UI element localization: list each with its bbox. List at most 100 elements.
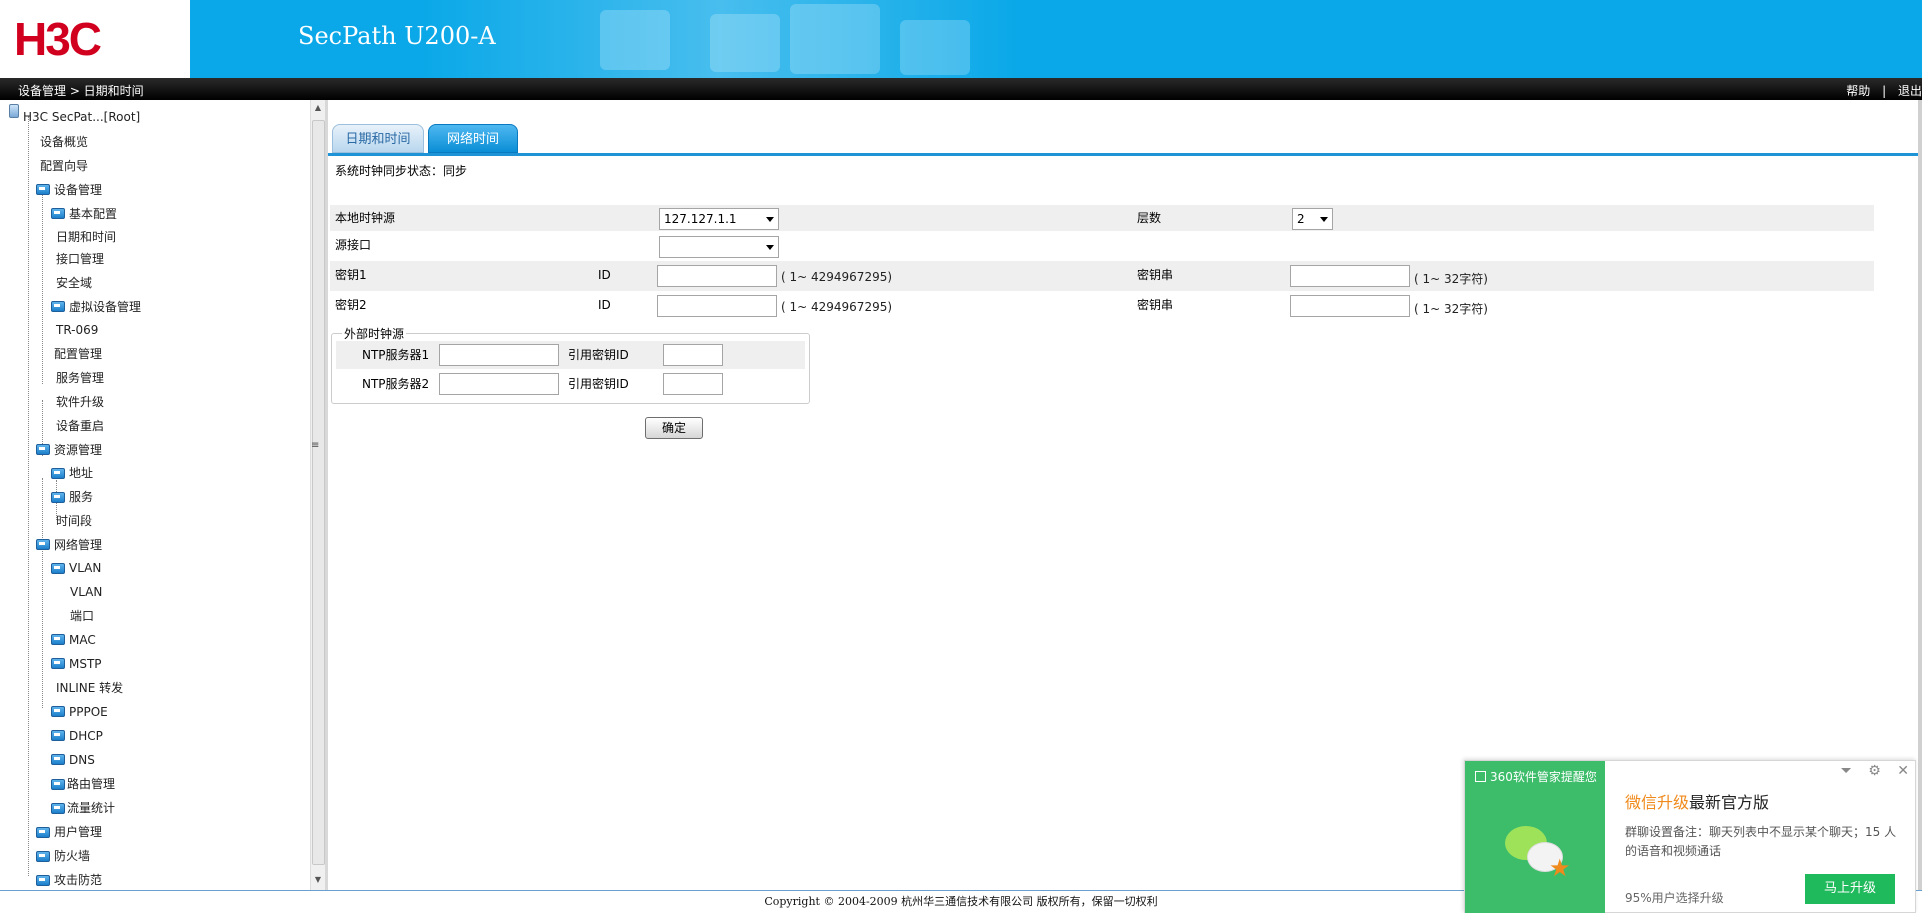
- folder-icon: [51, 208, 65, 219]
- stratum-label: 层数: [1137, 211, 1162, 225]
- tree-item-user-management[interactable]: 用户管理: [54, 822, 102, 842]
- update-notification-popup: 360软件管家提醒您 ★ ⏷ ⚙ ✕ 微信升级最新官方版 群聊设置备注：聊天列表…: [1464, 760, 1916, 913]
- form-row-local-clock: [330, 205, 1874, 231]
- ntp1-ref-key-label: 引用密钥ID: [568, 348, 629, 362]
- tree-item-date-time[interactable]: 日期和时间: [56, 227, 116, 247]
- tree-item-network-management[interactable]: 网络管理: [54, 535, 102, 555]
- chevron-down-icon: [766, 245, 774, 250]
- local-clock-value: 127.127.1.1: [664, 212, 737, 226]
- ntp2-ref-key-input[interactable]: [663, 373, 723, 395]
- ntp2-input[interactable]: [439, 373, 559, 395]
- scrollbar-thumb[interactable]: [312, 120, 325, 865]
- tree-item-vlan[interactable]: VLAN: [70, 582, 102, 602]
- scroll-down-icon[interactable]: ▼: [313, 875, 323, 885]
- tree-item-config-wizard[interactable]: 配置向导: [40, 156, 88, 176]
- tree-item-port[interactable]: 端口: [70, 606, 94, 626]
- h3c-logo: H3C: [14, 13, 102, 65]
- folder-icon: [51, 492, 65, 503]
- folder-icon: [51, 706, 65, 717]
- top-links-separator: |: [1882, 84, 1887, 98]
- folder-icon: [36, 539, 50, 550]
- tree-item-device-overview[interactable]: 设备概览: [40, 132, 88, 152]
- splitter-grip-icon[interactable]: ≡: [311, 440, 319, 451]
- tree-item-pppoe[interactable]: PPPOE: [69, 702, 108, 722]
- tree-item-dns[interactable]: DNS: [69, 750, 95, 770]
- tree-item-mstp[interactable]: MSTP: [69, 654, 102, 674]
- help-link[interactable]: 帮助: [1846, 84, 1870, 98]
- tree-item-resource-management[interactable]: 资源管理: [54, 440, 102, 460]
- tree-item-firewall[interactable]: 防火墙: [54, 846, 90, 866]
- tree-item-time-range[interactable]: 时间段: [56, 511, 92, 531]
- right-edge: [1918, 100, 1922, 890]
- tree-item-route-management[interactable]: 路由管理: [67, 774, 115, 794]
- sidebar-scrollbar[interactable]: ▲ ▼: [310, 100, 325, 890]
- local-clock-label: 本地时钟源: [335, 211, 396, 225]
- tree-item-traffic-stats[interactable]: 流量统计: [67, 798, 115, 818]
- gear-icon[interactable]: ⚙: [1868, 763, 1881, 779]
- form-row-key1: [330, 261, 1874, 291]
- tree-root[interactable]: H3C SecPat...[Root]: [23, 107, 140, 127]
- folder-icon: [51, 658, 65, 669]
- folder-icon: [36, 444, 50, 455]
- folder-icon: [36, 875, 50, 886]
- upgrade-now-button[interactable]: 马上升级: [1805, 874, 1895, 904]
- tree-item-security-zone[interactable]: 安全域: [56, 273, 92, 293]
- tree-item-inline-forward[interactable]: INLINE 转发: [56, 678, 123, 698]
- local-clock-select[interactable]: 127.127.1.1: [659, 208, 779, 230]
- tree-item-attack-defense[interactable]: 攻击防范: [54, 870, 102, 890]
- popup-footnote: 95%用户选择升级: [1625, 891, 1724, 905]
- tree-item-dhcp[interactable]: DHCP: [69, 726, 103, 746]
- key2-string-hint: ( 1~ 32字符): [1414, 302, 1488, 316]
- external-clock-group: 外部时钟源 NTP服务器1 引用密钥ID NTP服务器2 引用密钥ID: [331, 325, 810, 404]
- key1-string-hint: ( 1~ 32字符): [1414, 272, 1488, 286]
- tree-item-virtual-device[interactable]: 虚拟设备管理: [69, 297, 141, 317]
- close-icon[interactable]: ✕: [1897, 763, 1909, 779]
- tree-item-vlan-group[interactable]: VLAN: [69, 558, 101, 578]
- tree-item-basic-config[interactable]: 基本配置: [69, 204, 117, 224]
- tree-item-device-reboot[interactable]: 设备重启: [56, 416, 104, 436]
- tree-item-service-management[interactable]: 服务管理: [56, 368, 104, 388]
- tree-item-mac[interactable]: MAC: [69, 630, 96, 650]
- tree-item-service[interactable]: 服务: [69, 487, 93, 507]
- key2-id-input[interactable]: [657, 295, 777, 317]
- popup-brand-label: 360软件管家提醒您: [1490, 770, 1597, 784]
- chevron-down-icon: [766, 217, 774, 222]
- tree-item-address[interactable]: 地址: [69, 463, 93, 483]
- ntp2-label: NTP服务器2: [362, 377, 430, 391]
- stratum-select[interactable]: 2: [1292, 208, 1333, 230]
- top-bar: 设备管理 > 日期和时间 帮助 | 退出: [0, 78, 1922, 100]
- logout-link[interactable]: 退出: [1898, 84, 1922, 98]
- confirm-button[interactable]: 确定: [645, 417, 703, 439]
- source-interface-label: 源接口: [335, 238, 372, 252]
- tab-network-time[interactable]: 网络时间: [428, 124, 518, 153]
- wechat-icon: ★: [1505, 826, 1575, 886]
- tree-item-interface-management[interactable]: 接口管理: [56, 249, 104, 269]
- key2-string-input[interactable]: [1290, 295, 1410, 317]
- external-clock-legend: 外部时钟源: [342, 325, 407, 342]
- key1-label: 密钥1: [335, 268, 367, 282]
- folder-icon: [51, 754, 65, 765]
- key1-id-label: ID: [598, 268, 611, 282]
- ntp1-input[interactable]: [439, 344, 559, 366]
- tab-date-time[interactable]: 日期和时间: [332, 124, 424, 153]
- tree-item-software-upgrade[interactable]: 软件升级: [56, 392, 104, 412]
- tree-item-config-management[interactable]: 配置管理: [54, 344, 102, 364]
- sync-status: 系统时钟同步状态：同步: [335, 164, 468, 178]
- key2-id-label: ID: [598, 298, 611, 312]
- chevron-down-icon: [1320, 217, 1328, 222]
- key1-id-input[interactable]: [657, 265, 777, 287]
- key2-label: 密钥2: [335, 298, 367, 312]
- chevron-down-icon[interactable]: ⏷: [1841, 763, 1852, 779]
- folder-icon: [51, 634, 65, 645]
- key1-string-label: 密钥串: [1137, 268, 1174, 282]
- tree-item-tr069[interactable]: TR-069: [56, 320, 98, 340]
- folder-icon: [51, 563, 65, 574]
- tree-guide: [28, 116, 29, 876]
- breadcrumb: 设备管理 > 日期和时间: [18, 84, 144, 98]
- scroll-up-icon[interactable]: ▲: [313, 103, 323, 113]
- popup-title-rest: 最新官方版: [1689, 793, 1770, 812]
- source-interface-select[interactable]: [659, 236, 779, 258]
- tree-item-device-management[interactable]: 设备管理: [54, 180, 102, 200]
- ntp1-ref-key-input[interactable]: [663, 344, 723, 366]
- key1-string-input[interactable]: [1290, 265, 1410, 287]
